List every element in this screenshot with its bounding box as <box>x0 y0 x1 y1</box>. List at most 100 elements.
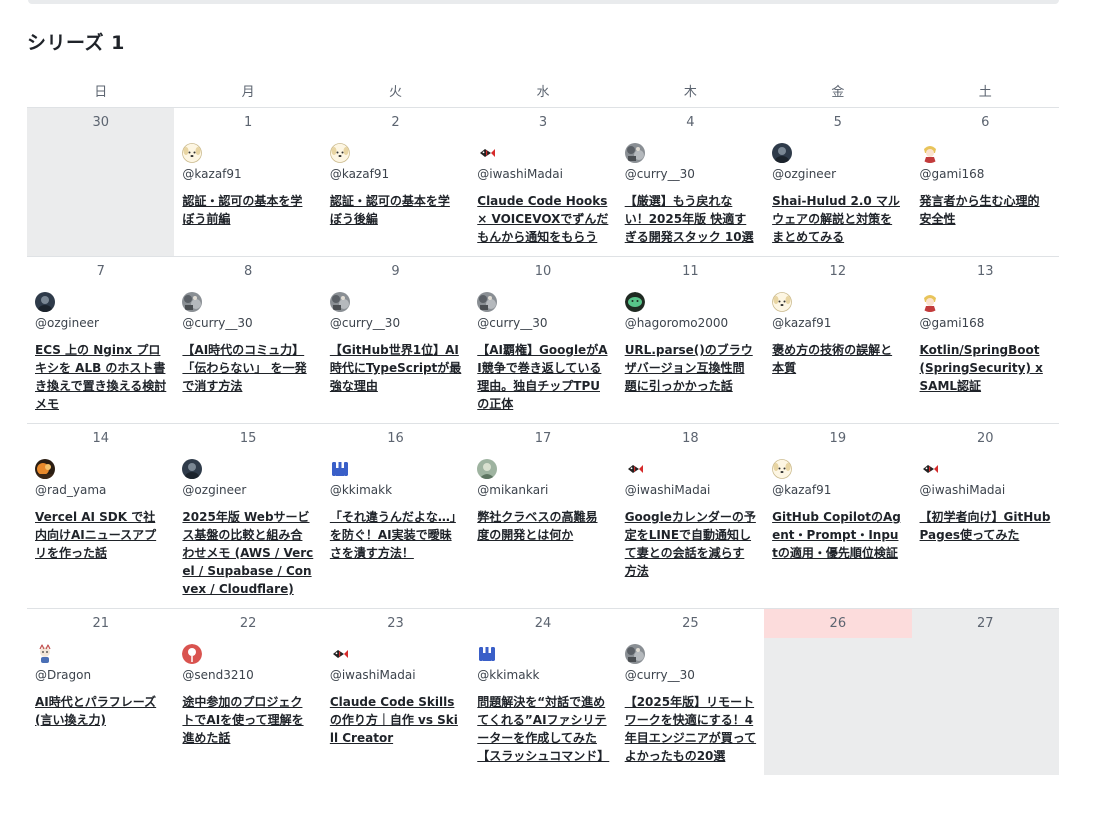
user-avatar[interactable] <box>624 143 645 163</box>
advent-calendar: 日 月 火 水 木 金 土 30 1 @kazaf91 認証・認可の基本を学ぼう前編 2… <box>27 70 1059 775</box>
user-avatar[interactable] <box>772 143 793 163</box>
article-link[interactable]: Claude Code Skillsの作り方｜自作 vs Skill Creat… <box>330 693 461 747</box>
article-link[interactable]: 認証・認可の基本を学ぼう後編 <box>330 192 461 228</box>
day-number: 30 <box>92 115 109 130</box>
user-name-link[interactable]: @ozgineer <box>182 481 313 499</box>
article-link[interactable]: 【厳選】もう戻れない！2025年版 快適すぎる開発スタック 10選 <box>625 192 756 246</box>
article-link[interactable]: URL.parse()のブラウザバージョン互換性問題に引っかかった話 <box>625 341 756 395</box>
day-number: 4 <box>686 115 695 130</box>
calendar-week: 7 @ozgineer ECS 上の Nginx プロキシを ALB のホスト書き換… <box>27 257 1059 424</box>
day-number: 5 <box>833 115 842 130</box>
user-avatar[interactable] <box>624 459 645 479</box>
user-avatar[interactable] <box>772 292 793 312</box>
user-name-link[interactable]: @hagoromo2000 <box>625 314 756 332</box>
article-link[interactable]: 【2025年版】リモートワークを快適にする！4年目エンジニアが買ってよかったもの… <box>625 693 756 765</box>
article-link[interactable]: 褒め方の技術の誤解と本質 <box>772 341 903 377</box>
user-avatar[interactable] <box>35 644 55 664</box>
user-name-link[interactable]: @ozgineer <box>772 165 903 183</box>
calendar-day: 11 @hagoromo2000 URL.parse()のブラウザバージョン互換性問… <box>617 257 764 423</box>
calendar-day: 23 @iwashiMadai Claude Code Skillsの作り方｜自作 … <box>322 609 469 775</box>
article-link[interactable]: 途中参加のプロジェクトでAIを使って理解を進めた話 <box>182 693 313 747</box>
calendar-day: 6 @gami168 発言者から生む心理的安全性 <box>912 108 1059 256</box>
article-link[interactable]: 発言者から生む心理的安全性 <box>920 192 1051 228</box>
user-name-link[interactable]: @rad_yama <box>35 481 166 499</box>
user-name-link[interactable]: @curry__30 <box>477 314 608 332</box>
user-avatar[interactable] <box>919 459 940 479</box>
user-avatar[interactable] <box>919 143 940 163</box>
user-avatar[interactable] <box>477 459 498 479</box>
article-link[interactable]: Claude Code Hooks × VOICEVOXでずんだもんから通知をも… <box>477 192 608 246</box>
user-avatar[interactable] <box>624 644 645 664</box>
user-avatar[interactable] <box>919 292 940 312</box>
user-avatar[interactable] <box>329 459 350 479</box>
article-link[interactable]: 認証・認可の基本を学ぼう前編 <box>182 192 313 228</box>
article-link[interactable]: 問題解決を“対話で進めてくれる”AIファシリテーターを作成してみた【スラッシュコ… <box>477 693 609 765</box>
weekday-sun: 日 <box>94 85 108 100</box>
user-name-link[interactable]: @kkimakk <box>330 481 461 499</box>
user-name-link[interactable]: @send3210 <box>182 666 313 684</box>
calendar-day: 7 @ozgineer ECS 上の Nginx プロキシを ALB のホスト書き換… <box>27 257 174 423</box>
user-name-link[interactable]: @iwashiMadai <box>625 481 756 499</box>
article-link[interactable]: GitHub CopilotのAgent・Prompt・Inputの適用・優先順… <box>772 508 903 562</box>
user-name-link[interactable]: @ozgineer <box>35 314 166 332</box>
user-name-link[interactable]: @iwashiMadai <box>477 165 608 183</box>
user-avatar[interactable] <box>182 292 203 312</box>
user-avatar[interactable] <box>624 292 645 312</box>
article-link[interactable]: 弊社クラベスの高難易度の開発とは何か <box>477 508 608 544</box>
article-link[interactable]: 【初学者向け】GitHub Pages使ってみた <box>920 508 1051 544</box>
article-link[interactable]: 「それ違うんだよな…」を防ぐ！AI実装で曖昧さを潰す方法！ <box>330 508 461 562</box>
user-name-link[interactable]: @gami168 <box>920 165 1051 183</box>
user-avatar[interactable] <box>182 644 203 664</box>
user-name-link[interactable]: @kazaf91 <box>772 481 903 499</box>
article-link[interactable]: Googleカレンダーの予定をLINEで自動通知して妻との会話を減らす方法 <box>625 508 756 580</box>
user-avatar[interactable] <box>477 292 498 312</box>
article-link[interactable]: 【GitHub世界1位】AI時代にTypeScriptが最強な理由 <box>330 341 461 395</box>
article-link[interactable]: 【AI時代のコミュ力】「伝わらない」 を一発で消す方法 <box>182 341 313 395</box>
calendar-day: 3 @iwashiMadai Claude Code Hooks × VOICEVO… <box>469 108 616 256</box>
user-name-link[interactable]: @iwashiMadai <box>920 481 1051 499</box>
user-avatar[interactable] <box>35 292 55 312</box>
user-avatar[interactable] <box>329 292 350 312</box>
user-name-link[interactable]: @kazaf91 <box>772 314 903 332</box>
user-avatar[interactable] <box>329 644 350 664</box>
article-link[interactable]: 【AI覇権】GoogleがAI競争で巻き返している理由。独自チップTPUの正体 <box>477 341 608 413</box>
user-name-link[interactable]: @curry__30 <box>625 165 756 183</box>
calendar-week: 14 @rad_yama Vercel AI SDK で社内向けAIニュースアプリを… <box>27 424 1059 609</box>
user-name-link[interactable]: @curry__30 <box>182 314 313 332</box>
user-avatar[interactable] <box>772 459 793 479</box>
user-avatar[interactable] <box>477 644 498 664</box>
calendar-day: 15 @ozgineer 2025年版 Webサービス基盤の比較と組み合わせメモ (… <box>174 424 321 608</box>
calendar-day: 5 @ozgineer Shai-Hulud 2.0 マルウェアの解説と対策をまとめ… <box>764 108 911 256</box>
calendar-day-today: 26 <box>764 609 912 775</box>
article-link[interactable]: Vercel AI SDK で社内向けAIニュースアプリを作った話 <box>35 508 166 562</box>
user-name-link[interactable]: @kazaf91 <box>330 165 461 183</box>
user-name-link[interactable]: @iwashiMadai <box>330 666 461 684</box>
user-name-link[interactable]: @kkimakk <box>477 666 608 684</box>
calendar-day: 20 @iwashiMadai 【初学者向け】GitHub Pages使ってみた <box>912 424 1059 608</box>
user-name-link[interactable]: @Dragon <box>35 666 166 684</box>
user-avatar[interactable] <box>329 143 350 163</box>
article-link[interactable]: 2025年版 Webサービス基盤の比較と組み合わせメモ (AWS / Verce… <box>182 508 313 598</box>
user-avatar[interactable] <box>182 143 203 163</box>
calendar-day: 14 @rad_yama Vercel AI SDK で社内向けAIニュースアプリを… <box>27 424 174 608</box>
article-link[interactable]: Kotlin/SpringBoot(SpringSecurity) x SAML… <box>920 341 1051 395</box>
article-link[interactable]: ECS 上の Nginx プロキシを ALB のホスト書き換えで置き換える検討メ… <box>35 341 166 413</box>
user-avatar[interactable] <box>182 459 203 479</box>
calendar-day: 27 <box>911 609 1059 775</box>
day-number: 8 <box>243 264 253 279</box>
weekday-sat: 土 <box>978 85 992 100</box>
user-name-link[interactable]: @mikankari <box>477 481 608 499</box>
user-name-link[interactable]: @gami168 <box>920 314 1051 332</box>
user-avatar[interactable] <box>477 143 498 163</box>
calendar-day: 12 @kazaf91 褒め方の技術の誤解と本質 <box>764 257 911 423</box>
article-link[interactable]: AI時代とパラフレーズ(言い換え力) <box>35 693 166 729</box>
user-avatar[interactable] <box>35 459 55 479</box>
day-number: 21 <box>92 616 109 631</box>
user-name-link[interactable]: @curry__30 <box>625 666 756 684</box>
user-name-link[interactable]: @curry__30 <box>330 314 461 332</box>
calendar-day: 9 @curry__30 【GitHub世界1位】AI時代にTypeScriptが最… <box>322 257 469 423</box>
weekday-mon: 月 <box>241 85 255 100</box>
user-name-link[interactable]: @kazaf91 <box>182 165 313 183</box>
article-link[interactable]: Shai-Hulud 2.0 マルウェアの解説と対策をまとめてみる <box>772 192 903 246</box>
day-number: 24 <box>534 616 552 631</box>
